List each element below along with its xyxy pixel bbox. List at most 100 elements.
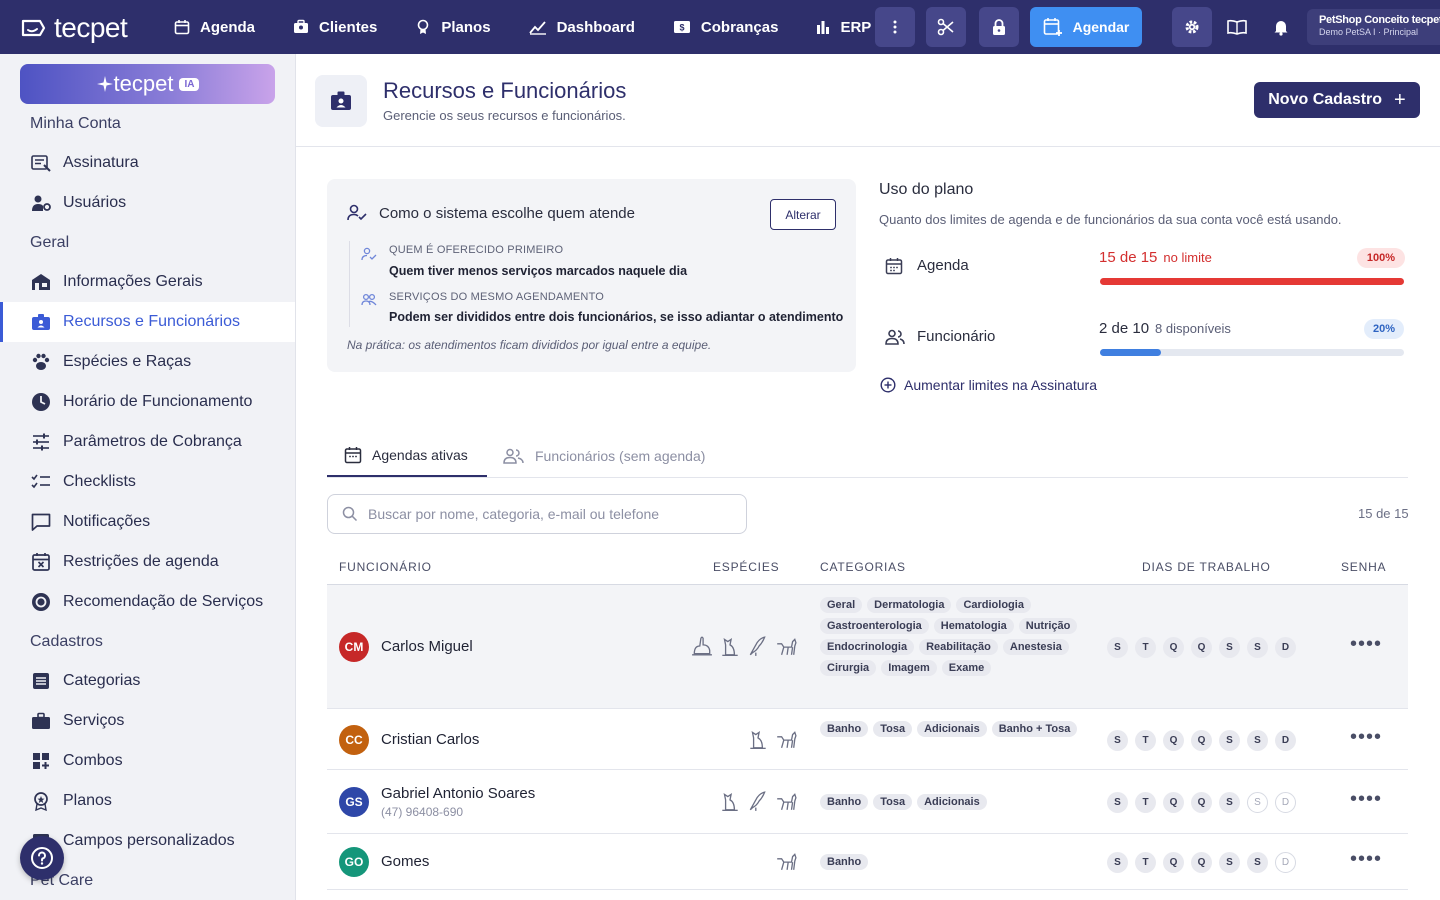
day-badge: S bbox=[1107, 729, 1128, 751]
col-header-especies: ESPÉCIES bbox=[713, 560, 780, 574]
nav-clientes-label: Clientes bbox=[319, 18, 378, 36]
notifications-button[interactable] bbox=[1263, 7, 1299, 47]
users-icon bbox=[885, 329, 905, 345]
plan-employee-hint: 8 disponíveis bbox=[1155, 321, 1231, 336]
tecpet-ia-banner[interactable]: tecpet IA bbox=[20, 64, 275, 104]
plus-circle-icon bbox=[880, 377, 896, 393]
category-chip: Tosa bbox=[873, 721, 913, 737]
tecpet-logo[interactable]: tecpet bbox=[20, 12, 128, 44]
search-input[interactable]: Buscar por nome, categoria, e-mail ou te… bbox=[327, 494, 747, 534]
tab-funcionarios-sem-agenda[interactable]: Funcionários (sem agenda) bbox=[503, 434, 705, 477]
nav-cobrancas[interactable]: $ Cobranças bbox=[673, 19, 778, 36]
row-actions-button[interactable]: •••• bbox=[1350, 633, 1382, 656]
employee-name[interactable]: Carlos Miguel bbox=[381, 638, 473, 655]
shop-selector[interactable]: PetShop Conceito tecpet Demo PetSA I · P… bbox=[1307, 9, 1440, 45]
paw-icon bbox=[32, 353, 50, 370]
more-menu-button[interactable] bbox=[875, 7, 915, 47]
nav-agenda[interactable]: Agenda bbox=[174, 19, 255, 36]
sparkle-icon bbox=[96, 76, 113, 92]
category-chip: Nutrição bbox=[1018, 618, 1078, 634]
main-nav: Agenda Clientes Planos Dashboard $ Cobra… bbox=[174, 0, 909, 54]
nav-clientes[interactable]: Clientes bbox=[293, 19, 377, 36]
row-actions-button[interactable]: •••• bbox=[1350, 848, 1382, 871]
dashboard-icon bbox=[528, 21, 546, 35]
sidebar-item-label: Parâmetros de Cobrança bbox=[63, 433, 242, 450]
nav-erp[interactable]: ERP bbox=[816, 19, 871, 36]
sidebar-item-checklists[interactable]: Checklists bbox=[0, 462, 295, 502]
rabbit-icon bbox=[692, 636, 712, 656]
day-badge: D bbox=[1275, 729, 1296, 751]
sidebar-item-parametros-cobranca[interactable]: Parâmetros de Cobrança bbox=[0, 422, 295, 462]
sidebar-item-especies-racas[interactable]: Espécies e Raças bbox=[0, 342, 295, 382]
help-button[interactable] bbox=[20, 836, 64, 880]
logo-text: tecpet bbox=[54, 12, 128, 43]
sidebar-item-notificacoes[interactable]: Notificações bbox=[0, 502, 295, 542]
sidebar-item-categorias[interactable]: Categorias bbox=[0, 661, 295, 701]
sidebar-item-label: Recomendação de Serviços bbox=[63, 593, 264, 610]
nav-planos[interactable]: Planos bbox=[415, 19, 491, 36]
calendar-plus-icon bbox=[1043, 18, 1062, 36]
table-row[interactable]: GO Gomes Banho S T Q Q S S D •••• bbox=[327, 834, 1408, 890]
nav-dashboard[interactable]: Dashboard bbox=[528, 19, 635, 36]
category-chip: Banho bbox=[820, 794, 869, 810]
table-row[interactable]: GS Gabriel Antonio Soares (47) 96408-690 Ba… bbox=[327, 770, 1408, 834]
plan-agenda-percent-badge: 100% bbox=[1357, 248, 1405, 268]
list-icon bbox=[33, 673, 49, 689]
sidebar-item-assinatura[interactable]: Assinatura bbox=[0, 143, 295, 183]
category-chip: Endocrinologia bbox=[820, 639, 915, 655]
sidebar-item-horario[interactable]: Horário de Funcionamento bbox=[0, 382, 295, 422]
day-badge: S bbox=[1107, 852, 1128, 873]
settings-button[interactable] bbox=[1172, 7, 1212, 47]
sidebar-item-label: Usuários bbox=[63, 194, 127, 211]
sidebar-item-label: Recursos e Funcionários bbox=[63, 313, 240, 330]
new-register-button[interactable]: Novo Cadastro + bbox=[1254, 82, 1420, 118]
sidebar-item-recursos-funcionarios[interactable]: Recursos e Funcionários bbox=[0, 302, 295, 342]
sidebar-item-servicos[interactable]: Serviços bbox=[0, 701, 295, 741]
plan-employee-progress-fill bbox=[1100, 349, 1161, 356]
table-row[interactable]: CM Carlos Miguel Geral Dermatologia Cardiolo… bbox=[327, 585, 1408, 709]
sidebar-item-recomendacao[interactable]: Recomendação de Serviços bbox=[0, 582, 295, 622]
table-row[interactable]: CC Cristian Carlos Banho Tosa Adicionais Banh… bbox=[327, 709, 1408, 770]
search-placeholder: Buscar por nome, categoria, e-mail ou te… bbox=[368, 506, 660, 522]
search-icon bbox=[342, 506, 358, 522]
sidebar-item-restricoes[interactable]: Restrições de agenda bbox=[0, 542, 295, 582]
grooming-button[interactable] bbox=[926, 7, 966, 47]
assignment-rules-card: Como o sistema escolhe quem atende Alter… bbox=[327, 179, 856, 372]
tab-agendas-ativas[interactable]: Agendas ativas bbox=[327, 434, 487, 477]
species-list bbox=[769, 850, 797, 872]
sidebar-item-informacoes-gerais[interactable]: Informações Gerais bbox=[0, 262, 295, 302]
vertical-dots-icon bbox=[893, 20, 897, 34]
day-badge: Q bbox=[1191, 729, 1212, 751]
rules-footer: Na prática: os atendimentos ficam dividi… bbox=[347, 338, 712, 352]
row-actions-button[interactable]: •••• bbox=[1350, 726, 1382, 749]
ia-badge: IA bbox=[179, 77, 200, 91]
work-days: STQQSSD bbox=[1107, 792, 1303, 813]
sidebar-item-label: Campos personalizados bbox=[63, 832, 235, 849]
sidebar-item-planos[interactable]: Planos bbox=[0, 781, 295, 821]
cat-icon bbox=[722, 792, 738, 812]
sidebar-item-combos[interactable]: Combos bbox=[0, 741, 295, 781]
plan-agenda-progress bbox=[1100, 278, 1404, 285]
day-badge: S bbox=[1247, 637, 1268, 658]
guide-button[interactable] bbox=[1219, 7, 1255, 47]
clock-icon bbox=[32, 393, 50, 411]
gear-icon bbox=[1185, 20, 1199, 34]
lock-button[interactable] bbox=[979, 7, 1019, 47]
plus-icon: + bbox=[1394, 88, 1406, 111]
page-title: Recursos e Funcionários bbox=[383, 78, 627, 103]
species-list bbox=[741, 728, 797, 750]
change-rules-button[interactable]: Alterar bbox=[770, 199, 836, 230]
increase-limits-link[interactable]: Aumentar limites na Assinatura bbox=[880, 377, 1097, 393]
employee-name[interactable]: Gomes bbox=[381, 853, 429, 870]
employee-name[interactable]: Gabriel Antonio Soares bbox=[381, 785, 535, 802]
sidebar-item-usuarios[interactable]: Usuários bbox=[0, 183, 295, 223]
page-icon bbox=[315, 75, 367, 127]
calendar-icon bbox=[174, 20, 190, 35]
category-chip: Adicionais bbox=[917, 794, 987, 810]
category-chip: Cirurgia bbox=[820, 660, 877, 676]
sidebar-item-label: Horário de Funcionamento bbox=[63, 393, 253, 410]
employee-name[interactable]: Cristian Carlos bbox=[381, 731, 479, 748]
row-actions-button[interactable]: •••• bbox=[1350, 788, 1382, 811]
agendar-button[interactable]: Agendar bbox=[1030, 7, 1142, 47]
plan-agenda-label: Agenda bbox=[917, 257, 969, 274]
